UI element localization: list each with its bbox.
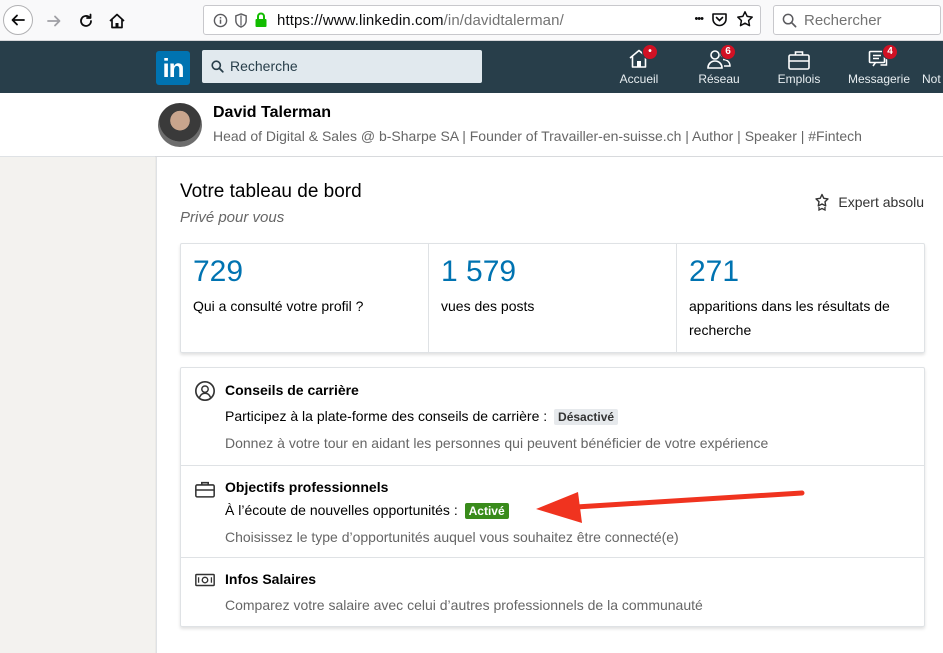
career-advice-icon	[195, 381, 215, 401]
linkedin-search-placeholder: Recherche	[230, 58, 298, 74]
profile-headline: Head of Digital & Sales @ b-Sharpe SA | …	[213, 128, 862, 144]
feature-description: Donnez à votre tour en aidant les person…	[225, 435, 769, 451]
nav-item-label: Emplois	[777, 72, 821, 86]
stat-label: apparitions dans les résultats de recher…	[689, 298, 890, 338]
star-award-icon	[815, 193, 830, 211]
nav-item-network[interactable]: 6 Réseau	[694, 44, 744, 86]
page-actions-icon[interactable]: •••	[694, 13, 704, 25]
nav-item-home[interactable]: • Accueil	[614, 44, 664, 86]
tracking-shield-icon[interactable]	[234, 13, 248, 28]
nav-item-notifications[interactable]: Not	[922, 45, 943, 86]
stat-value: 271	[689, 255, 740, 288]
stat-label: vues des posts	[441, 298, 535, 314]
feature-setting: Participez à la plate-forme des conseils…	[225, 408, 619, 425]
dashboard-title: Votre tableau de bord	[180, 181, 362, 202]
dashboard-card: Votre tableau de bord Privé pour vous Ex…	[156, 157, 943, 653]
avatar[interactable]	[158, 103, 202, 147]
back-button[interactable]	[3, 5, 33, 35]
nav-item-messaging[interactable]: 4 Messagerie	[844, 44, 914, 86]
nav-item-label: Messagerie	[847, 72, 911, 86]
lock-icon[interactable]	[254, 12, 268, 28]
expert-level-label: Expert absolu	[838, 194, 924, 210]
pocket-icon[interactable]	[711, 11, 728, 27]
search-icon	[211, 60, 224, 73]
feature-setting-text: À l’écoute de nouvelles opportunités :	[225, 502, 458, 518]
briefcase-icon	[788, 51, 810, 70]
stat-profile-views[interactable]: 729 Qui a consulté votre profil ?	[181, 244, 429, 352]
feature-career-advice[interactable]: Conseils de carrière Participez à la pla…	[181, 368, 924, 466]
url-bar[interactable]: https://www.linkedin.com/in/davidtalerma…	[203, 5, 761, 35]
url-text: https://www.linkedin.com/in/davidtalerma…	[277, 12, 564, 29]
nav-item-label: Réseau	[698, 72, 740, 86]
info-icon[interactable]	[213, 13, 228, 28]
feature-setting-text: Participez à la plate-forme des conseils…	[225, 408, 548, 424]
browser-search-placeholder: Rechercher	[804, 12, 882, 29]
back-arrow-icon	[11, 14, 25, 26]
salary-icon	[195, 573, 215, 587]
bookmark-star-icon[interactable]	[736, 10, 754, 28]
annotation-arrow	[536, 490, 805, 523]
nav-item-label: Accueil	[619, 72, 659, 86]
linkedin-navbar: in Recherche • Accueil 6 Réseau Emplois …	[0, 41, 943, 93]
profile-name[interactable]: David Talerman	[213, 104, 331, 122]
forward-arrow-icon	[47, 15, 61, 27]
feature-title: Objectifs professionnels	[225, 479, 389, 495]
status-badge: Désactivé	[554, 409, 619, 425]
stats-panel: 729 Qui a consulté votre profil ? 1 579 …	[180, 243, 925, 353]
feature-description: Choisissez le type d’opportunités auquel…	[225, 529, 679, 545]
stat-value: 1 579	[441, 255, 517, 288]
stat-label: Qui a consulté votre profil ?	[193, 298, 364, 314]
feature-setting: À l’écoute de nouvelles opportunités : A…	[225, 502, 509, 519]
browser-toolbar: https://www.linkedin.com/in/davidtalerma…	[0, 0, 943, 41]
home-icon	[109, 13, 125, 29]
feature-description: Comparez votre salaire avec celui d’autr…	[225, 597, 703, 613]
search-icon	[782, 13, 797, 28]
nav-item-jobs[interactable]: Emplois	[774, 45, 824, 86]
feature-title: Infos Salaires	[225, 571, 317, 587]
linkedin-search-input[interactable]: Recherche	[202, 50, 482, 83]
feature-salary-insights[interactable]: Infos Salaires Comparez votre salaire av…	[181, 558, 924, 626]
reload-button[interactable]	[72, 7, 100, 35]
notification-badge: 4	[882, 44, 898, 60]
status-badge: Activé	[464, 503, 509, 519]
expert-level-link[interactable]: Expert absolu	[814, 193, 924, 211]
stat-post-views[interactable]: 1 579 vues des posts	[429, 244, 677, 352]
home-button[interactable]	[103, 7, 131, 35]
stat-search-appearances[interactable]: 271 apparitions dans les résultats de re…	[677, 244, 924, 352]
briefcase-icon	[195, 481, 215, 498]
notification-badge: 6	[720, 44, 736, 60]
nav-item-label: Not	[922, 72, 941, 86]
browser-search-field[interactable]: Rechercher	[773, 5, 941, 35]
dashboard-subtitle: Privé pour vous	[180, 209, 285, 226]
linkedin-logo[interactable]: in	[156, 51, 190, 85]
feature-title: Conseils de carrière	[225, 382, 359, 398]
profile-header: David Talerman Head of Digital & Sales @…	[0, 93, 943, 157]
stat-value: 729	[193, 255, 244, 288]
forward-button[interactable]	[40, 7, 68, 35]
notification-badge: •	[642, 44, 658, 60]
reload-icon	[80, 13, 92, 27]
